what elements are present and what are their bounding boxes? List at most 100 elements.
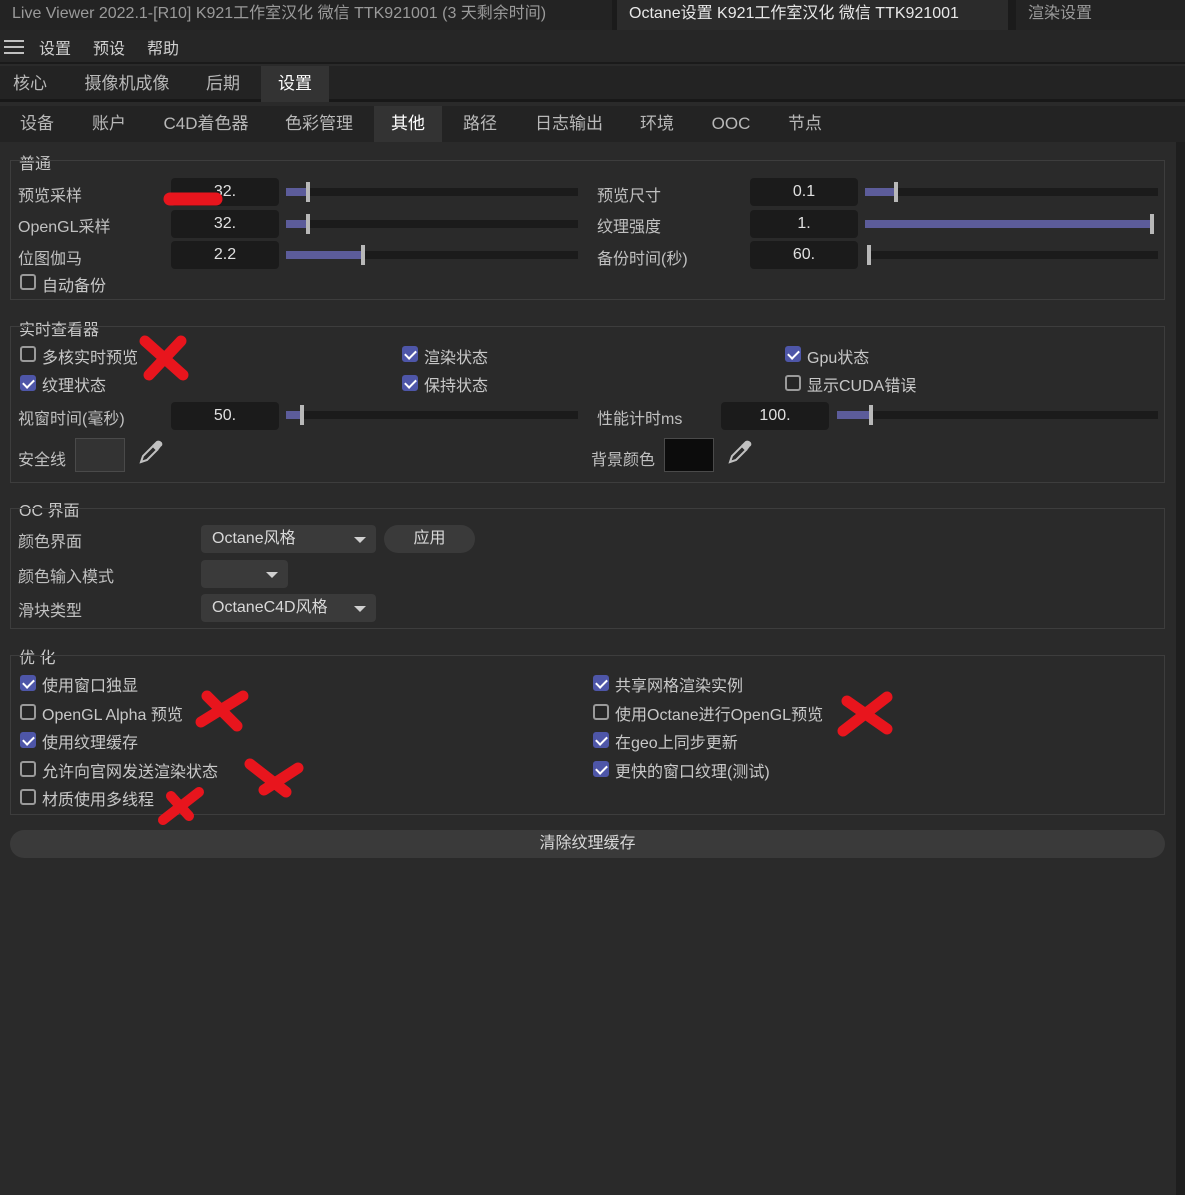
- subtab-color-management[interactable]: 色彩管理: [272, 106, 366, 142]
- preview-size-slider[interactable]: [865, 182, 1158, 202]
- slider-fill: [837, 411, 871, 419]
- viewport-time-field[interactable]: 50.: [171, 402, 279, 430]
- texture-strength-field[interactable]: 1.: [750, 210, 858, 238]
- eyedropper-icon[interactable]: [138, 439, 164, 465]
- subtab-log-output[interactable]: 日志输出: [522, 106, 616, 142]
- slider-knob[interactable]: [894, 182, 898, 202]
- menu-settings[interactable]: 设置: [39, 35, 71, 59]
- show-cuda-errors-label: 显示CUDA错误: [807, 378, 917, 395]
- auto-backup-label: 自动备份: [42, 278, 107, 295]
- window-tab-octane-settings[interactable]: Octane设置 K921工作室汉化 微信 TTK921001: [617, 0, 1008, 30]
- menu-bar: 设置 预设 帮助: [0, 30, 1185, 64]
- opengl-samples-slider[interactable]: [286, 214, 578, 234]
- texture-cache-checkbox[interactable]: [20, 732, 36, 748]
- share-mesh-instances-label: 共享网格渲染实例: [615, 678, 744, 695]
- window-solo-label: 使用窗口独显: [42, 678, 139, 695]
- preview-samples-field[interactable]: 32.: [171, 178, 279, 206]
- share-mesh-instances-checkbox[interactable]: [593, 675, 609, 691]
- slider-knob[interactable]: [1150, 214, 1154, 234]
- slider-type-dropdown[interactable]: OctaneC4D风格: [201, 594, 376, 622]
- preview-size-field[interactable]: 0.1: [750, 178, 858, 206]
- subtab-devices[interactable]: 设备: [4, 106, 70, 142]
- perf-timer-slider[interactable]: [837, 405, 1158, 425]
- render-status-checkbox[interactable]: [402, 346, 418, 362]
- apply-button[interactable]: 应用: [384, 525, 475, 553]
- octane-opengl-preview-label: 使用Octane进行OpenGL预览: [615, 707, 824, 724]
- subtab-account[interactable]: 账户: [76, 106, 142, 142]
- slider-knob[interactable]: [306, 214, 310, 234]
- group-optimization: [10, 655, 1165, 815]
- dropdown-value: OctaneC4D风格: [212, 599, 328, 616]
- window-tab-render-settings[interactable]: 渲染设置: [1016, 0, 1185, 30]
- faster-viewport-texture-checkbox[interactable]: [593, 761, 609, 777]
- geo-sync-update-label: 在geo上同步更新: [615, 735, 738, 752]
- subtab-other[interactable]: 其他: [374, 106, 442, 142]
- keep-status-checkbox[interactable]: [402, 375, 418, 391]
- preview-samples-slider[interactable]: [286, 182, 578, 202]
- texture-strength-slider[interactable]: [865, 214, 1154, 234]
- group-oc-interface: [10, 508, 1165, 629]
- chevron-down-icon: [354, 537, 366, 543]
- subtab-ooc[interactable]: OOC: [698, 106, 764, 142]
- send-render-status-checkbox[interactable]: [20, 761, 36, 777]
- backup-time-label: 备份时间(秒): [597, 251, 688, 268]
- perf-timer-field[interactable]: 100.: [721, 402, 829, 430]
- eyedropper-icon[interactable]: [727, 439, 753, 465]
- subtab-nodes[interactable]: 节点: [774, 106, 836, 142]
- subtab-paths[interactable]: 路径: [448, 106, 512, 142]
- backup-time-slider[interactable]: [867, 245, 1158, 265]
- color-interface-dropdown[interactable]: Octane风格: [201, 525, 376, 553]
- tab-core[interactable]: 核心: [0, 66, 60, 102]
- texture-status-checkbox[interactable]: [20, 375, 36, 391]
- color-input-mode-dropdown[interactable]: [201, 560, 288, 588]
- viewport-time-slider[interactable]: [286, 405, 578, 425]
- texture-strength-label: 纹理强度: [597, 219, 662, 236]
- bitmap-gamma-slider[interactable]: [286, 245, 578, 265]
- backup-time-field[interactable]: 60.: [750, 241, 858, 269]
- texture-status-label: 纹理状态: [42, 378, 107, 395]
- viewport-time-label: 视窗时间(毫秒): [18, 411, 125, 428]
- safe-line-label: 安全线: [18, 452, 67, 469]
- menu-presets[interactable]: 预设: [93, 35, 125, 59]
- color-interface-label: 颜色界面: [18, 534, 83, 551]
- window-solo-checkbox[interactable]: [20, 675, 36, 691]
- opengl-alpha-checkbox[interactable]: [20, 704, 36, 720]
- gpu-status-checkbox[interactable]: [785, 346, 801, 362]
- slider-knob[interactable]: [300, 405, 304, 425]
- slider-fill: [286, 188, 308, 196]
- show-cuda-errors-checkbox[interactable]: [785, 375, 801, 391]
- tab-post[interactable]: 后期: [190, 66, 256, 102]
- opengl-samples-field[interactable]: 32.: [171, 210, 279, 238]
- tab-settings[interactable]: 设置: [261, 66, 329, 102]
- perf-timer-label: 性能计时ms: [597, 411, 683, 428]
- window-tab-live-viewer[interactable]: Live Viewer 2022.1-[R10] K921工作室汉化 微信 TT…: [0, 0, 612, 30]
- slider-fill: [865, 220, 1152, 228]
- tab-camera-imager[interactable]: 摄像机成像: [68, 66, 186, 102]
- chevron-down-icon: [354, 606, 366, 612]
- bitmap-gamma-label: 位图伽马: [18, 251, 83, 268]
- preview-samples-label: 预览采样: [18, 188, 83, 205]
- slider-knob[interactable]: [869, 405, 873, 425]
- bitmap-gamma-field[interactable]: 2.2: [171, 241, 279, 269]
- opengl-alpha-label: OpenGL Alpha 预览: [42, 707, 183, 724]
- safe-line-color-swatch[interactable]: [75, 438, 125, 472]
- slider-knob[interactable]: [867, 245, 871, 265]
- render-status-label: 渲染状态: [424, 350, 489, 367]
- octane-opengl-preview-checkbox[interactable]: [593, 704, 609, 720]
- material-multithread-checkbox[interactable]: [20, 789, 36, 805]
- multicore-preview-checkbox[interactable]: [20, 346, 36, 362]
- subtab-environment[interactable]: 环境: [626, 106, 688, 142]
- menu-help[interactable]: 帮助: [147, 35, 179, 59]
- geo-sync-update-checkbox[interactable]: [593, 732, 609, 748]
- dropdown-value: Octane风格: [212, 530, 296, 547]
- scrollbar[interactable]: [1176, 142, 1185, 1195]
- slider-knob[interactable]: [361, 245, 365, 265]
- keep-status-label: 保持状态: [424, 378, 489, 395]
- sub-tab-bar: 设备 账户 C4D着色器 色彩管理 其他 路径 日志输出 环境 OOC 节点: [0, 106, 1185, 142]
- clear-texture-cache-button[interactable]: 清除纹理缓存: [10, 830, 1165, 858]
- subtab-c4d-shader[interactable]: C4D着色器: [150, 106, 262, 142]
- slider-knob[interactable]: [306, 182, 310, 202]
- bg-color-swatch[interactable]: [664, 438, 714, 472]
- hamburger-menu-icon[interactable]: [4, 40, 24, 54]
- auto-backup-checkbox[interactable]: [20, 274, 36, 290]
